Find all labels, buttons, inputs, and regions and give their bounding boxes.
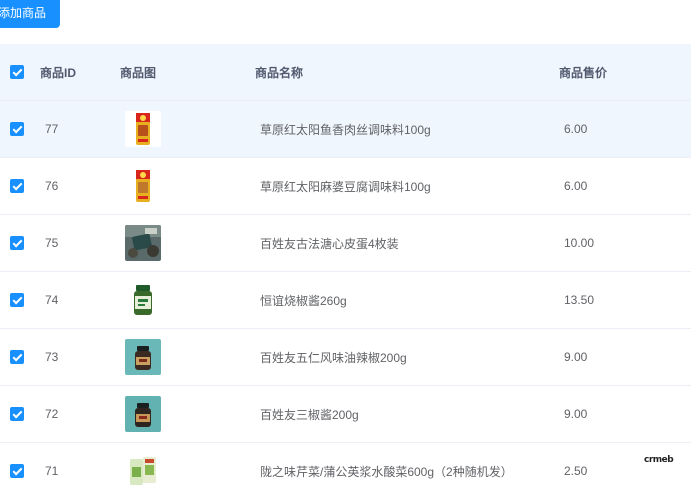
table-row[interactable]: 74 恒谊烧椒酱260g 13.50 (0, 272, 691, 329)
row-checkbox[interactable] (10, 464, 24, 478)
chili-oil-jar-icon[interactable] (125, 339, 161, 375)
header-product-id: 商品ID (40, 65, 77, 80)
table-row[interactable]: 77 草原红太阳鱼香肉丝调味料100g 6.00 (0, 101, 691, 158)
product-price: 6.00 (564, 122, 588, 136)
table-row[interactable]: 71 陇之味芹菜/蒲公英浆水酸菜600g（2种随机发） 2.50 (0, 443, 691, 496)
product-price: 6.00 (564, 179, 588, 193)
preserved-egg-box-icon[interactable] (125, 225, 161, 261)
table-header: 商品ID 商品图 商品名称 商品售价 (0, 44, 691, 101)
pickled-vegetable-bag-icon[interactable] (125, 453, 161, 489)
product-price: 9.00 (564, 350, 588, 364)
product-name: 百姓友三椒酱200g (260, 407, 359, 422)
product-table: 商品ID 商品图 商品名称 商品售价 77 草原红太阳鱼香肉丝调味料100g 6… (0, 44, 691, 496)
product-name: 草原红太阳麻婆豆腐调味料100g (260, 179, 431, 194)
row-checkbox[interactable] (10, 407, 24, 421)
chili-sauce-jar-icon[interactable] (125, 396, 161, 432)
product-id: 75 (45, 236, 59, 250)
product-id: 76 (45, 179, 59, 193)
row-checkbox[interactable] (10, 293, 24, 307)
product-name: 百姓友古法溏心皮蛋4枚装 (260, 236, 399, 251)
product-id: 71 (45, 464, 59, 478)
row-checkbox[interactable] (10, 179, 24, 193)
seasoning-pack-red-icon[interactable] (125, 168, 161, 204)
table-row[interactable]: 75 百姓友古法溏心皮蛋4枚装 10.00 (0, 215, 691, 272)
sauce-jar-green-icon[interactable] (125, 282, 161, 318)
row-checkbox[interactable] (10, 122, 24, 136)
header-product-image: 商品图 (120, 65, 157, 80)
product-name: 草原红太阳鱼香肉丝调味料100g (260, 122, 431, 137)
product-name: 恒谊烧椒酱260g (260, 293, 347, 308)
row-checkbox[interactable] (10, 236, 24, 250)
table-row[interactable]: 72 百姓友三椒酱200g 9.00 (0, 386, 691, 443)
product-price: 13.50 (564, 293, 595, 307)
product-price: 2.50 (564, 464, 588, 478)
product-id: 74 (45, 293, 59, 307)
crmeb-watermark-logo: crmeb (644, 455, 674, 465)
product-id: 72 (45, 407, 59, 421)
product-list-page: 添加商品 商品ID 商品图 商品名称 商品售价 77 草原红太阳鱼香肉丝调味料1… (0, 0, 691, 496)
add-product-button[interactable]: 添加商品 (0, 0, 60, 28)
product-name: 百姓友五仁风味油辣椒200g (260, 350, 407, 365)
select-all-checkbox[interactable] (10, 65, 24, 79)
product-price: 10.00 (564, 236, 595, 250)
header-product-name: 商品名称 (255, 65, 304, 80)
product-id: 77 (45, 122, 59, 136)
table-row[interactable]: 76 草原红太阳麻婆豆腐调味料100g 6.00 (0, 158, 691, 215)
product-id: 73 (45, 350, 59, 364)
row-checkbox[interactable] (10, 350, 24, 364)
product-name: 陇之味芹菜/蒲公英浆水酸菜600g（2种随机发） (260, 464, 513, 479)
table-row[interactable]: 73 百姓友五仁风味油辣椒200g 9.00 (0, 329, 691, 386)
seasoning-pack-red-icon[interactable] (125, 111, 161, 147)
product-price: 9.00 (564, 407, 588, 421)
header-product-price: 商品售价 (559, 65, 608, 80)
